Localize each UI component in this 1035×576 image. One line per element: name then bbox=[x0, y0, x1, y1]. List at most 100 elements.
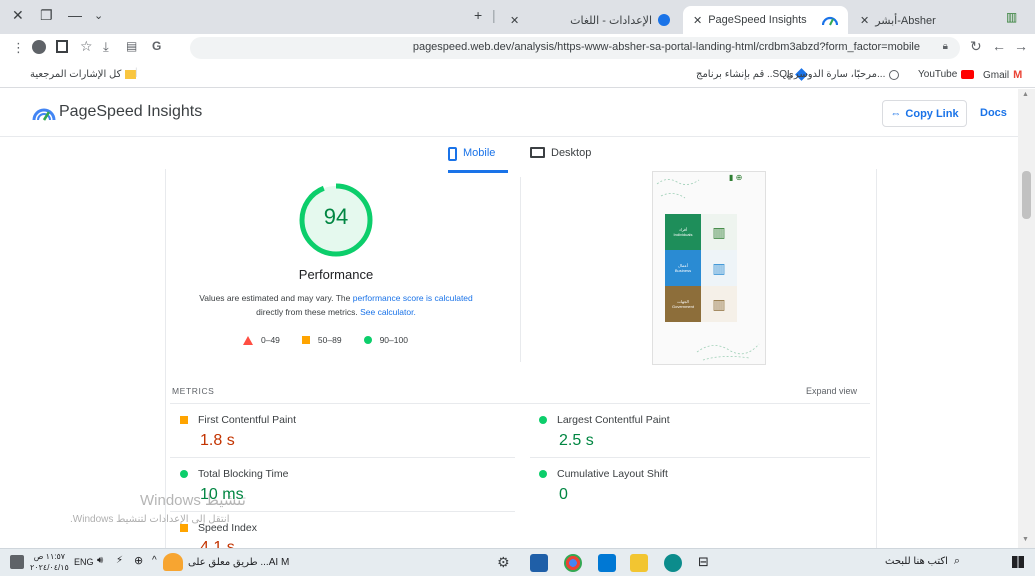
metric-cls-value: 0 bbox=[559, 486, 568, 503]
new-tab-icon[interactable]: + bbox=[474, 7, 482, 23]
preview-card-business: أعمال Business bbox=[665, 250, 701, 286]
settings-gear-icon bbox=[658, 14, 670, 26]
news-ticker[interactable]: AI M... طريق معلق على bbox=[188, 557, 289, 568]
scroll-down-arrow-icon[interactable]: ▼ bbox=[1022, 536, 1029, 543]
scrollbar-thumb[interactable] bbox=[1022, 171, 1031, 219]
metric-name: Largest Contentful Paint bbox=[557, 414, 670, 426]
address-bar[interactable]: pagespeed.web.dev/analysis/https-www-abs… bbox=[190, 37, 960, 59]
settings-gear-icon[interactable]: ⚙ bbox=[497, 554, 510, 571]
close-tab-icon[interactable]: ✕ bbox=[860, 14, 869, 27]
globe-icon bbox=[889, 69, 900, 80]
metric-cls: Cumulative Layout Shift bbox=[539, 468, 668, 480]
extension-icon[interactable]: ▤ bbox=[126, 39, 137, 53]
mobile-phone-icon bbox=[448, 147, 457, 161]
chrome-icon[interactable] bbox=[564, 554, 582, 572]
copy-link-label: Copy Link bbox=[905, 107, 959, 120]
tab-search-chevron-icon[interactable]: ⌄ bbox=[94, 9, 103, 22]
tab-absher[interactable]: ✕ أبشر-Absher bbox=[850, 6, 990, 34]
clock[interactable]: ١١:٥٧ ص ٢٠٢٤/٠٤/١٥ bbox=[30, 551, 69, 573]
performance-label: Performance bbox=[298, 267, 374, 282]
divider bbox=[170, 457, 515, 458]
good-circle-icon bbox=[180, 470, 188, 478]
forward-icon[interactable]: ← bbox=[992, 38, 1006, 54]
windows-activation-subtitle: انتقل إلى الإعدادات لتنشيط Windows. bbox=[70, 514, 230, 525]
metric-lcp: Largest Contentful Paint bbox=[539, 414, 670, 426]
edge-icon[interactable] bbox=[664, 554, 682, 572]
windows-activation-title: Windows تنشيط bbox=[140, 492, 246, 509]
google-lens-icon[interactable]: G bbox=[152, 39, 161, 53]
task-view-icon[interactable]: ⊟ bbox=[698, 554, 709, 570]
close-tab-icon[interactable]: ✕ bbox=[693, 14, 702, 27]
absher-logo-icon: ▥ bbox=[1006, 10, 1018, 24]
pagespeed-favicon-icon bbox=[822, 16, 838, 26]
volume-icon[interactable]: 🔊︎ bbox=[97, 555, 103, 566]
notifications-icon[interactable] bbox=[10, 555, 24, 569]
side-panel-icon[interactable] bbox=[56, 40, 68, 53]
all-bookmarks-folder[interactable]: كل الإشارات المرجعية bbox=[30, 69, 137, 80]
performance-score-value: 94 bbox=[323, 204, 349, 229]
metric-lcp-value: 2.5 s bbox=[559, 432, 594, 449]
tab-label: Mobile bbox=[463, 147, 496, 159]
card-line2: Individuals bbox=[673, 232, 693, 237]
expand-view-toggle[interactable]: Expand view bbox=[806, 386, 857, 396]
bookmark-sara[interactable]: مرحبًا، سارة الدوسري... bbox=[786, 69, 900, 80]
card-line2: Business bbox=[674, 268, 692, 273]
page-viewport: PageSpeed Insights ⇔ Copy Link Docs Mobi… bbox=[0, 89, 1035, 548]
legend-good: 90–100 bbox=[379, 335, 408, 345]
docs-link[interactable]: Docs bbox=[980, 107, 1007, 119]
see-calculator-link[interactable]: See calculator. bbox=[360, 307, 416, 317]
url-text[interactable]: pagespeed.web.dev/analysis/https-www-abs… bbox=[413, 41, 920, 53]
minimize-window-icon[interactable]: — bbox=[68, 7, 82, 23]
globe-icon[interactable]: ⊕ bbox=[134, 554, 143, 567]
bookmarks-bar: كل الإشارات المرجعية | قم بإنشاء برنامج … bbox=[0, 62, 1035, 88]
tab-title: PageSpeed Insights bbox=[708, 14, 807, 26]
link-icon: ⇔ bbox=[890, 107, 902, 120]
preview-card-government: الجهات Government bbox=[665, 286, 701, 322]
bookmark-gmail[interactable]: Gmail M bbox=[983, 69, 1022, 81]
bookmark-star-icon[interactable]: ☆ bbox=[80, 38, 93, 55]
menu-kebab-icon[interactable]: ⋮ bbox=[12, 40, 25, 56]
metric-name: First Contentful Paint bbox=[198, 414, 297, 426]
good-circle-icon bbox=[363, 336, 372, 344]
network-icon[interactable]: ⚡ bbox=[116, 555, 123, 566]
scroll-up-arrow-icon[interactable]: ▲ bbox=[1022, 91, 1029, 98]
close-window-icon[interactable]: ✕ bbox=[12, 7, 24, 24]
close-tab-icon[interactable]: ✕ bbox=[510, 14, 519, 27]
reload-icon[interactable]: ↻ bbox=[970, 38, 982, 55]
news-weather-icon[interactable] bbox=[163, 553, 183, 571]
back-icon[interactable]: → bbox=[1014, 38, 1028, 54]
preview-card-individuals: أفراد Individuals bbox=[665, 214, 701, 250]
lock-icon[interactable]: 🔒︎ bbox=[943, 41, 948, 52]
preview-absher-logo-icon: ▥ bbox=[701, 250, 737, 286]
pagespeed-logo-icon[interactable] bbox=[32, 104, 56, 122]
chevron-up-icon[interactable]: ^ bbox=[152, 555, 157, 566]
bookmark-label: قم بإنشاء برنامج ..SQL bbox=[696, 69, 793, 80]
page-title[interactable]: PageSpeed Insights bbox=[59, 103, 202, 121]
taskbar-search[interactable]: ⌕ اكتب هنا للبحث bbox=[885, 555, 960, 568]
metric-fcp: First Contentful Paint bbox=[180, 414, 296, 426]
page-scrollbar[interactable]: ▲ ▼ bbox=[1018, 89, 1035, 548]
file-explorer-icon[interactable] bbox=[630, 554, 648, 572]
metric-name: Total Blocking Time bbox=[198, 468, 289, 480]
mail-icon[interactable] bbox=[598, 554, 616, 572]
bookmark-label: مرحبًا، سارة الدوسري... bbox=[786, 69, 886, 80]
photos-app-icon[interactable] bbox=[530, 554, 548, 572]
score-calculated-link[interactable]: performance score is calculated bbox=[353, 293, 473, 303]
average-square-icon bbox=[301, 336, 310, 344]
tab-settings-languages[interactable]: الإعدادات - اللغات ✕ bbox=[500, 6, 680, 34]
tab-pagespeed[interactable]: ✕ PageSpeed Insights bbox=[683, 6, 848, 34]
download-icon[interactable]: ⤓ bbox=[103, 39, 109, 55]
profile-avatar-icon[interactable] bbox=[32, 40, 46, 54]
windows-start-icon[interactable] bbox=[1012, 556, 1024, 568]
restore-window-icon[interactable]: ❐ bbox=[40, 7, 53, 24]
page-screenshot-preview: ▮ ⊕ أفراد Individuals ▥ أعمال Business ▥… bbox=[652, 171, 766, 365]
preview-map-pattern bbox=[656, 179, 700, 199]
bookmark-youtube[interactable]: YouTube bbox=[918, 69, 975, 80]
metric-fcp-value: 1.8 s bbox=[200, 432, 235, 449]
search-placeholder: اكتب هنا للبحث bbox=[885, 556, 948, 567]
language-indicator[interactable]: ENG bbox=[74, 557, 94, 567]
tab-title: أبشر-Absher bbox=[875, 14, 936, 27]
preview-absher-logo-icon: ▥ bbox=[701, 214, 737, 250]
metrics-heading: METRICS bbox=[172, 386, 215, 396]
copy-link-button[interactable]: ⇔ Copy Link bbox=[882, 100, 967, 127]
